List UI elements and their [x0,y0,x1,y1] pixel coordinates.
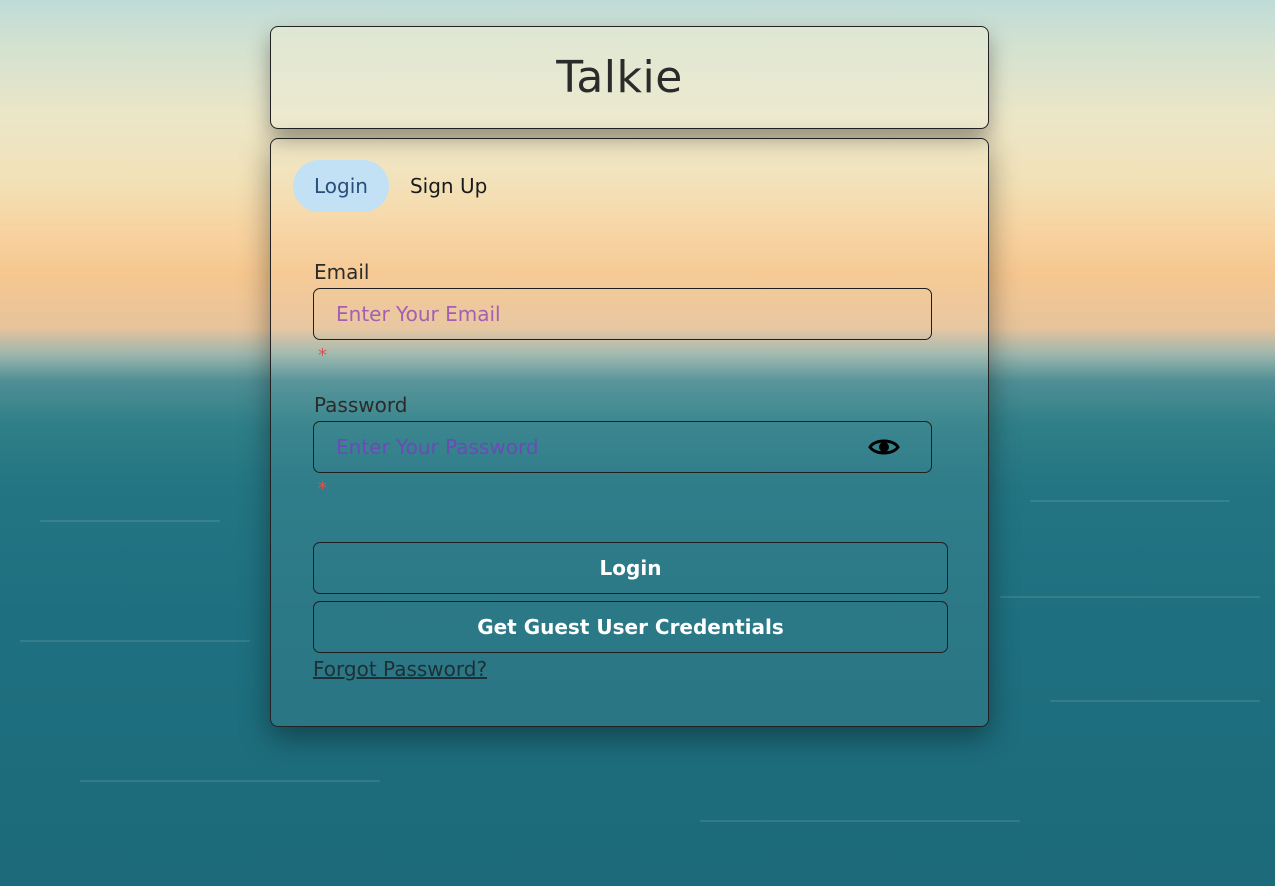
guest-credentials-button[interactable]: Get Guest User Credentials [313,601,948,653]
wave-streak [1000,596,1260,598]
wave-streak [1050,700,1260,702]
auth-tabs: Login Sign Up [293,160,508,212]
wave-streak [40,520,220,522]
password-field[interactable] [313,421,932,473]
wave-streak [80,780,380,782]
wave-streak [700,820,1020,822]
password-label: Password [314,393,408,417]
email-field[interactable] [313,288,932,340]
auth-card: Login Sign Up Email * Password * Login G… [270,138,989,727]
forgot-password-link[interactable]: Forgot Password? [313,657,487,681]
wave-streak [20,640,250,642]
app-header: Talkie [270,26,989,129]
app-title: Talkie [556,52,683,103]
email-label: Email [314,260,370,284]
eye-icon[interactable] [868,436,900,458]
login-button[interactable]: Login [313,542,948,594]
email-required-marker: * [318,345,327,366]
password-required-marker: * [318,478,327,499]
tab-login[interactable]: Login [293,160,389,212]
tab-sign-up[interactable]: Sign Up [389,160,508,212]
wave-streak [1030,500,1230,502]
